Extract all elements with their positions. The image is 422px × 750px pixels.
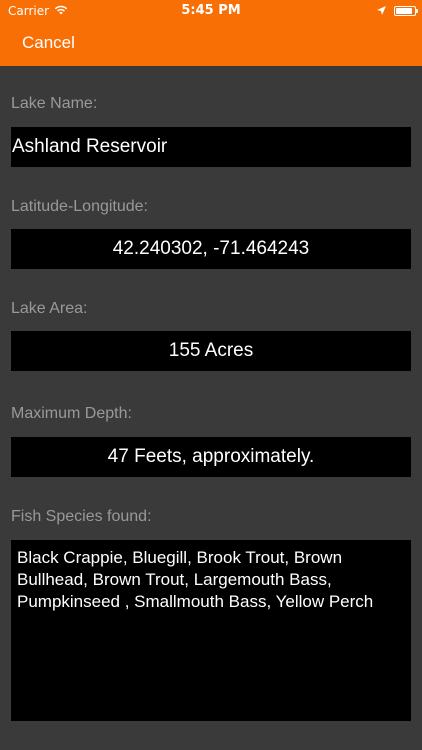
status-time: 5:45 PM bbox=[181, 3, 241, 18]
lat-long-field[interactable]: 42.240302, -71.464243 bbox=[11, 229, 411, 269]
lake-area-field[interactable]: 155 Acres bbox=[11, 331, 411, 371]
nav-bar: Carrier 5:45 PM Cancel bbox=[0, 0, 422, 66]
status-bar: Carrier 5:45 PM bbox=[0, 0, 422, 22]
location-arrow-icon bbox=[377, 4, 386, 18]
max-depth-label: Maximum Depth: bbox=[11, 405, 132, 422]
max-depth-field[interactable]: 47 Feets, approximately. bbox=[11, 437, 411, 477]
lake-name-label: Lake Name: bbox=[11, 95, 98, 112]
battery-icon bbox=[394, 6, 418, 16]
status-right bbox=[377, 4, 418, 18]
battery-fill bbox=[396, 8, 413, 14]
cancel-button[interactable]: Cancel bbox=[22, 33, 75, 53]
lake-name-field[interactable]: Ashland Reservoir bbox=[11, 127, 411, 167]
fish-species-label: Fish Species found: bbox=[11, 508, 152, 525]
lat-long-label: Latitude-Longitude: bbox=[11, 198, 148, 215]
lake-area-label: Lake Area: bbox=[11, 300, 88, 317]
fish-species-textarea[interactable]: Black Crappie, Bluegill, Brook Trout, Br… bbox=[11, 540, 411, 721]
